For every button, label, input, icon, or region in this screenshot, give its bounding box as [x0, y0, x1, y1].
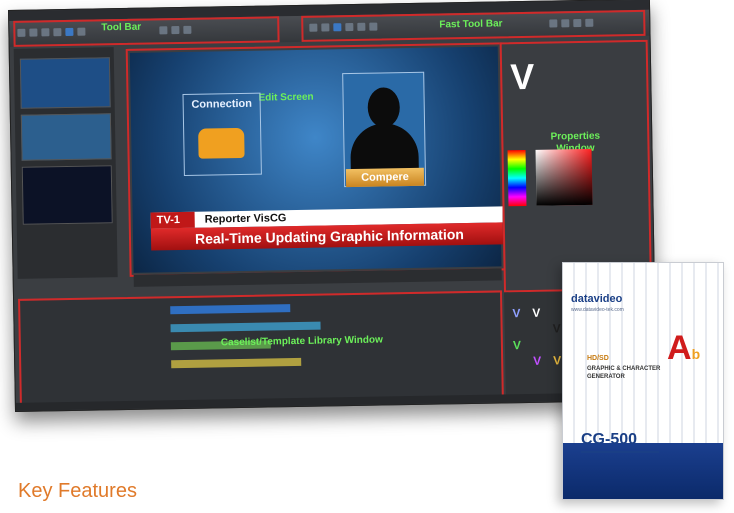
model-name: CG-500 — [581, 431, 638, 448]
thumbnail-page[interactable] — [20, 113, 112, 161]
model-underline — [581, 451, 659, 453]
thumbnail-page[interactable] — [19, 57, 111, 109]
ab-letter: A — [667, 329, 692, 367]
product-box: datavideo www.datavideo-tek.com Ab HD/SD… — [562, 262, 724, 500]
product-desc-line1: GRAPHIC & CHARACTER — [587, 366, 661, 372]
style-swatch[interactable]: V — [512, 306, 520, 320]
style-swatch[interactable]: V — [553, 321, 561, 335]
style-swatch[interactable]: V — [533, 354, 541, 368]
edit-screen-highlight — [125, 42, 506, 277]
software-screenshot: Tool Bar Fast Tool Bar Edit Screen Conne… — [8, 0, 657, 412]
hd-sd-label: HD/SD — [587, 355, 609, 362]
properties-highlight — [499, 39, 652, 293]
ab-logo: Ab — [667, 329, 700, 368]
tool-bar-label: Tool Bar — [101, 21, 142, 34]
key-features-heading: Key Features — [18, 480, 137, 502]
brand-url: www.datavideo-tek.com — [571, 307, 624, 313]
thumbnail-page[interactable] — [21, 165, 113, 225]
library-highlight — [18, 290, 504, 407]
page-thumbnails — [13, 47, 118, 279]
fast-tool-bar-label: Fast Tool Bar — [439, 18, 503, 31]
product-desc: GRAPHIC & CHARACTER GENERATOR — [587, 365, 660, 381]
ab-sub: b — [691, 346, 701, 362]
brand-logo: datavideo — [571, 293, 623, 305]
style-swatch[interactable]: V — [513, 338, 521, 352]
style-swatch[interactable]: V — [532, 306, 540, 320]
tool-bar-highlight — [13, 16, 280, 47]
style-swatch[interactable]: V — [553, 353, 561, 367]
product-desc-line2: GENERATOR — [587, 374, 625, 380]
